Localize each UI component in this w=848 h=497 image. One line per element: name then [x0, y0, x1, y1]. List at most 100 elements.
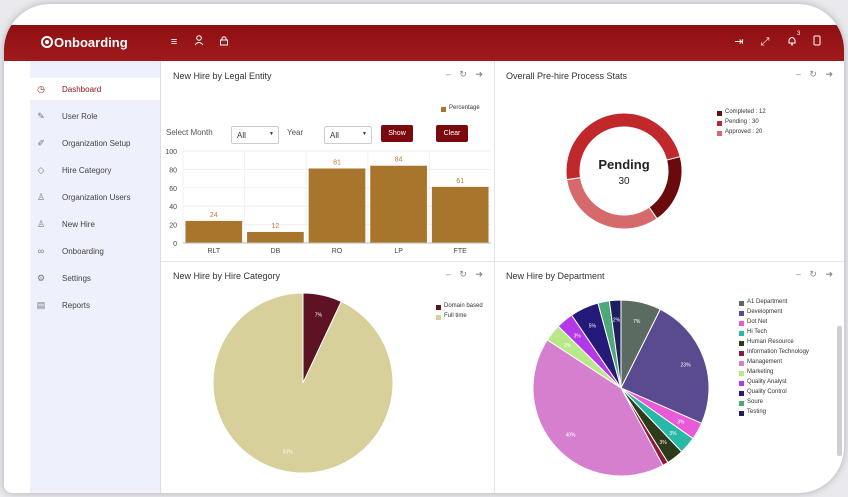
- slice-label: 2%: [613, 318, 621, 324]
- lock-icon[interactable]: [217, 35, 231, 49]
- sidebar-item-label: Hire Category: [62, 166, 112, 175]
- panel-title: New Hire by Hire Category: [173, 271, 281, 281]
- menu-icon[interactable]: ≡: [167, 35, 181, 49]
- link-icon: ∞: [37, 246, 45, 256]
- bell-icon[interactable]: [785, 35, 799, 49]
- legend-label: Percentage: [449, 105, 480, 111]
- legend-swatch: [717, 111, 722, 116]
- legend-item: Human Resource: [739, 339, 809, 349]
- legend-swatch: [739, 381, 744, 386]
- chevron-down-icon: ▼: [362, 131, 367, 137]
- y-tick-label: 0: [173, 241, 177, 248]
- sidebar-item-label: Onboarding: [62, 247, 104, 256]
- panel-title: Overall Pre-hire Process Stats: [506, 71, 628, 81]
- legend-label: Management: [747, 359, 783, 365]
- legend-label: Information Technology: [747, 349, 809, 355]
- sidebar-item-label: Settings: [62, 274, 91, 283]
- donut-center-value: 30: [618, 176, 630, 187]
- year-label: Year: [287, 128, 304, 137]
- donut-slice: [566, 177, 658, 230]
- sidebar-item-hire-category[interactable]: ◇ Hire Category: [30, 159, 160, 181]
- app-frame: Onboarding ≡ ⇥ ⤢ 3 ◷ Dashboard ✎ User Ro…: [4, 4, 844, 493]
- legend-swatch: [739, 391, 744, 396]
- user-icon[interactable]: [192, 35, 206, 49]
- sidebar-item-onboarding[interactable]: ∞ Onboarding: [30, 240, 160, 262]
- sidebar-item-organization-setup[interactable]: ✐ Organization Setup: [30, 132, 160, 154]
- legend-item: Hi Tech: [739, 329, 809, 339]
- clear-button[interactable]: Clear: [436, 125, 468, 142]
- dashboard-content: New Hire by Legal Entity – ↻ ➜ Percentag…: [161, 61, 844, 493]
- slice-label: 3%: [660, 440, 668, 446]
- legend-item: Quality Analyst: [739, 379, 809, 389]
- sidebar-item-organization-users[interactable]: ♙ Organization Users: [30, 186, 160, 208]
- bar: [308, 168, 366, 243]
- month-label: Select Month: [166, 128, 213, 137]
- legend-swatch: [441, 107, 446, 112]
- y-tick-label: 40: [169, 204, 177, 211]
- legend-label: Quality Analyst: [747, 379, 787, 385]
- user-icon: ♙: [36, 219, 46, 229]
- legend-item: A1 Department: [739, 299, 809, 309]
- panel-title: New Hire by Department: [506, 271, 605, 281]
- tablet-icon[interactable]: [810, 35, 824, 49]
- logout-icon[interactable]: ⇥: [732, 35, 746, 49]
- panel-legal-entity: New Hire by Legal Entity – ↻ ➜ Percentag…: [161, 61, 495, 262]
- legend-item: Quality Control: [739, 389, 809, 399]
- bar: [247, 231, 304, 243]
- expand-icon[interactable]: ⤢: [758, 35, 772, 49]
- legend-label: Completed : 12: [725, 109, 766, 115]
- panel-tools[interactable]: – ↻ ➜: [796, 269, 836, 280]
- sidebar-item-label: Reports: [62, 301, 91, 310]
- donut-center-label: Pending: [598, 157, 649, 172]
- top-navbar: Onboarding ≡ ⇥ ⤢ 3: [4, 25, 844, 61]
- legend-label: Marketing: [747, 369, 774, 375]
- panel-tools[interactable]: – ↻ ➜: [446, 69, 486, 80]
- slice-label: 40%: [565, 432, 576, 438]
- panel-tools[interactable]: – ↻ ➜: [446, 269, 486, 280]
- sidebar-item-reports[interactable]: ▤ Reports: [30, 294, 160, 316]
- legend-item: Development: [739, 309, 809, 319]
- chart-legend: Percentage: [441, 105, 480, 115]
- sidebar-item-user-role[interactable]: ✎ User Role: [30, 105, 160, 127]
- legend-label: Full time: [444, 313, 467, 319]
- legend-label: Soure: [747, 399, 764, 405]
- legend-label: Pending : 30: [725, 119, 759, 125]
- legend-swatch: [739, 301, 744, 306]
- y-tick-label: 20: [169, 223, 177, 230]
- legend-swatch: [739, 311, 744, 316]
- legend-swatch: [739, 321, 744, 326]
- sidebar-item-label: Organization Users: [62, 193, 131, 202]
- year-select[interactable]: All ▼: [324, 126, 372, 144]
- sidebar-item-new-hire[interactable]: ♙ New Hire: [30, 213, 160, 235]
- sidebar-item-dashboard[interactable]: ◷ Dashboard: [30, 78, 160, 100]
- tag-icon: ◇: [37, 165, 45, 175]
- data-label: 24: [210, 212, 218, 219]
- y-tick-label: 80: [169, 167, 177, 174]
- legend-swatch: [739, 371, 744, 376]
- x-tick-label: LP: [394, 248, 403, 255]
- data-label: 12: [272, 223, 280, 230]
- bar: [185, 220, 243, 243]
- legend-swatch: [739, 361, 744, 366]
- logo-icon: [41, 36, 53, 48]
- slice-label: 3%: [669, 431, 677, 437]
- x-tick-label: RLT: [207, 248, 220, 255]
- sidebar: ◷ Dashboard ✎ User Role ✐ Organization S…: [30, 61, 161, 493]
- bar: [370, 165, 427, 243]
- month-select[interactable]: All ▼: [231, 126, 279, 144]
- show-button[interactable]: Show: [381, 125, 413, 142]
- sidebar-item-settings[interactable]: ⚙ Settings: [30, 267, 160, 289]
- vertical-scrollbar[interactable]: [837, 326, 842, 456]
- y-tick-label: 100: [165, 149, 177, 156]
- data-label: 84: [395, 157, 403, 164]
- pie-slice: [212, 292, 394, 474]
- legend-swatch: [436, 305, 441, 310]
- prehire-donut-chart: Pending 30: [565, 112, 683, 230]
- panel-tools[interactable]: – ↻ ➜: [796, 69, 836, 80]
- app-title[interactable]: Onboarding: [54, 35, 128, 50]
- bar: [431, 186, 489, 243]
- legal-entity-bar-chart: 0 20 40 60 80 100 24 RLT 12 DB 81 RO 84 LP 61 FTE: [165, 149, 491, 255]
- legend-swatch: [739, 331, 744, 336]
- hire-category-pie-chart: 7% 93%: [212, 292, 394, 474]
- legend-item: Management: [739, 359, 809, 369]
